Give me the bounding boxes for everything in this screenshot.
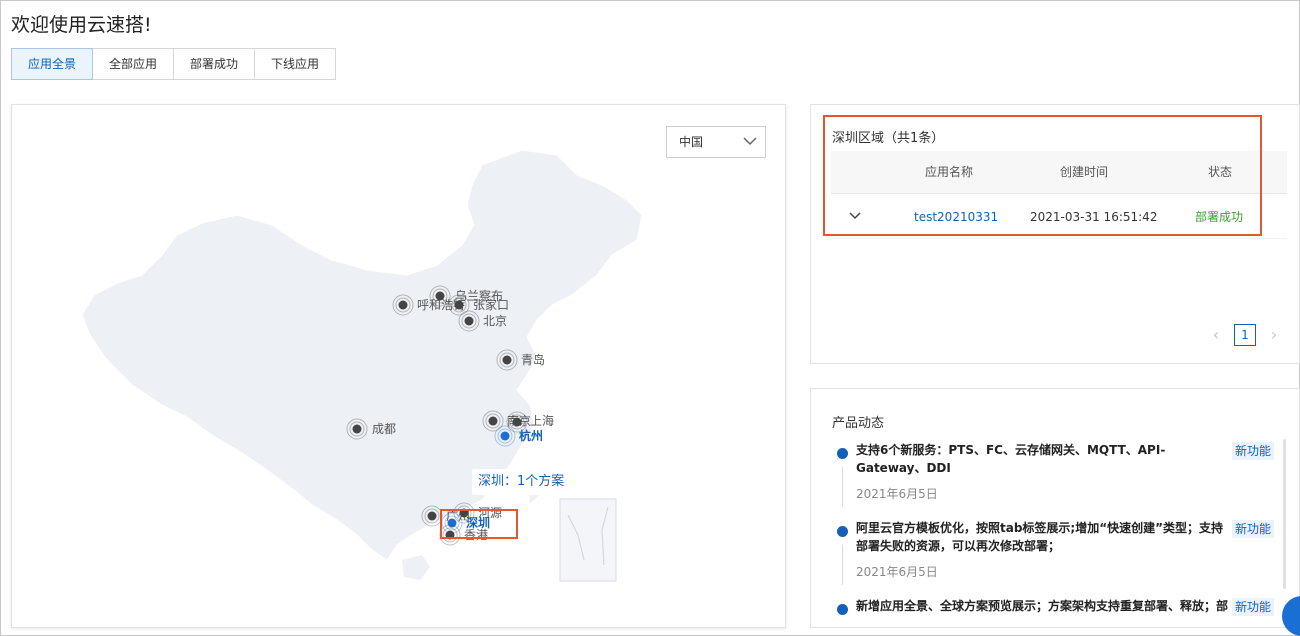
city-marker-dot — [502, 355, 512, 365]
china-map[interactable]: 乌兰察布呼和浩特张家口北京青岛成都南京上海杭州广州河源深圳香港 — [12, 105, 786, 628]
south-china-sea-inset — [559, 498, 617, 582]
news-scrollbar[interactable] — [1283, 439, 1286, 589]
tab-all-apps[interactable]: 全部应用 — [92, 48, 175, 80]
news-item[interactable]: 新增应用全景、全球方案预览展示；方案架构支持重复部署、释放；部 新功能 — [832, 597, 1284, 627]
page-title: 欢迎使用云速搭! — [11, 14, 152, 36]
chevron-down-icon — [743, 137, 757, 146]
pagination: ‹ 1 › — [1208, 324, 1282, 346]
next-page-icon[interactable]: › — [1266, 324, 1282, 346]
news-item-text: 新增应用全景、全球方案预览展示；方案架构支持重复部署、释放；部 — [856, 599, 1228, 613]
news-panel: 产品动态 支持6个新服务：PTS、FC、云存储网关、MQTT、API-Gatew… — [810, 388, 1300, 628]
city-label: 成都 — [372, 422, 396, 436]
map-panel: 乌兰察布呼和浩特张家口北京青岛成都南京上海杭州广州河源深圳香港 中国 深圳：1个… — [11, 104, 786, 628]
city-label: 北京 — [483, 314, 507, 328]
city-marker-dot — [512, 417, 522, 427]
news-item[interactable]: 支持6个新服务：PTS、FC、云存储网关、MQTT、API-Gateway、DD… — [832, 441, 1284, 511]
city-label: 杭州 — [519, 428, 543, 443]
prev-page-icon[interactable]: ‹ — [1208, 324, 1224, 346]
region-select-value: 中国 — [679, 135, 704, 149]
region-select[interactable]: 中国 — [666, 126, 766, 158]
region-highlight-box — [823, 115, 1262, 236]
city-marker-dot — [464, 316, 474, 326]
city-marker-dot — [352, 424, 362, 434]
news-item-text: 支持6个新服务：PTS、FC、云存储网关、MQTT、API-Gateway、DD… — [856, 443, 1166, 475]
city-marker-dot — [500, 431, 510, 441]
page-number-current[interactable]: 1 — [1234, 324, 1256, 346]
city-label: 青岛 — [521, 352, 545, 367]
news-item-badge: 新功能 — [1232, 598, 1275, 616]
city-marker-dot — [427, 511, 437, 521]
timeline-line — [842, 467, 843, 507]
timeline-dot-icon — [837, 526, 848, 537]
map-highlight-box — [440, 509, 518, 539]
news-item[interactable]: 阿里云官方模板优化，按照tab标签展示;增加“快速创建”类型；支持部署失败的资源… — [832, 519, 1284, 589]
timeline-line — [842, 545, 843, 585]
tab-overview[interactable]: 应用全景 — [11, 48, 94, 80]
timeline-dot-icon — [837, 448, 848, 459]
tab-bar: 应用全景 全部应用 部署成功 下线应用 — [11, 48, 337, 80]
timeline-dot-icon — [837, 604, 848, 615]
city-marker-dot — [454, 300, 464, 310]
news-item-date: 2021年6月5日 — [856, 565, 938, 579]
china-mainland-shape — [81, 149, 643, 561]
map-tooltip: 深圳：1个方案 — [472, 469, 571, 495]
city-label: 张家口 — [473, 297, 509, 312]
news-item-badge: 新功能 — [1232, 520, 1275, 538]
hainan-island-shape — [402, 555, 430, 580]
tab-offline[interactable]: 下线应用 — [254, 48, 337, 80]
tab-deployed[interactable]: 部署成功 — [173, 48, 256, 80]
city-marker-dot — [488, 416, 498, 426]
city-marker-dot — [398, 300, 408, 310]
city-label: 上海 — [530, 413, 554, 428]
news-item-text: 阿里云官方模板优化，按照tab标签展示;增加“快速创建”类型；支持部署失败的资源… — [856, 521, 1223, 553]
news-item-badge: 新功能 — [1232, 442, 1275, 460]
news-title: 产品动态 — [832, 416, 885, 431]
news-item-date: 2021年6月5日 — [856, 487, 938, 501]
region-panel: 深圳区域（共1条） 应用名称 创建时间 状态 test20210331 2021… — [810, 104, 1300, 364]
